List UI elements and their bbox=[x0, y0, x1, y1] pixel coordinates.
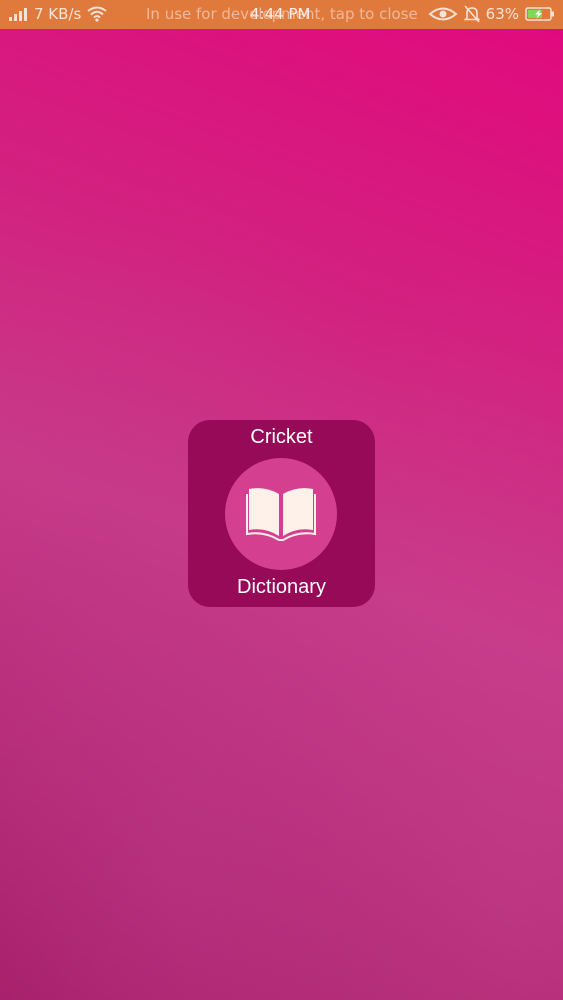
app-logo: Cricket Dictionary bbox=[188, 420, 375, 607]
open-book-icon bbox=[245, 484, 317, 544]
status-time: 4:44 PM bbox=[250, 5, 311, 23]
network-speed: 7 KB/s bbox=[34, 5, 82, 23]
status-bar-right: 63% bbox=[428, 5, 555, 23]
status-bar-left: 7 KB/s bbox=[8, 5, 107, 23]
bell-muted-icon bbox=[463, 5, 480, 23]
eye-icon bbox=[428, 6, 458, 22]
battery-percent: 63% bbox=[485, 5, 519, 23]
splash-screen: 7 KB/s In use for development, tap to cl… bbox=[0, 0, 563, 1000]
battery-charging-icon bbox=[525, 6, 555, 22]
signal-icon bbox=[8, 6, 28, 22]
wifi-icon bbox=[87, 6, 107, 22]
logo-title-top: Cricket bbox=[250, 426, 313, 448]
status-bar: 7 KB/s In use for development, tap to cl… bbox=[0, 0, 563, 29]
logo-circle bbox=[225, 458, 337, 570]
logo-title-bottom: Dictionary bbox=[237, 576, 326, 598]
